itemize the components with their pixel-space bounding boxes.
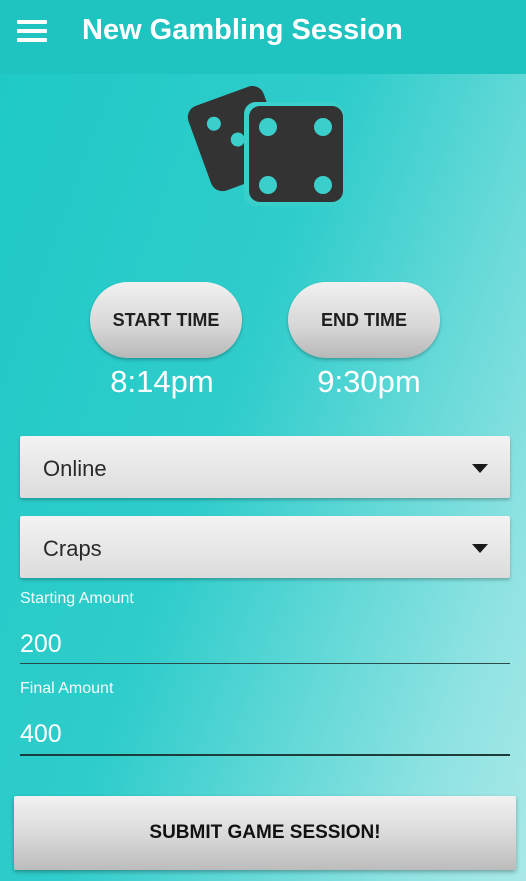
starting-amount-input[interactable] xyxy=(20,624,510,664)
end-time-button[interactable]: END TIME xyxy=(288,282,440,358)
location-select[interactable]: Online xyxy=(20,436,510,498)
hamburger-menu-icon[interactable] xyxy=(17,20,47,44)
final-amount-underline xyxy=(20,754,510,756)
final-amount-input[interactable] xyxy=(20,714,510,754)
starting-amount-underline xyxy=(20,663,510,664)
game-select[interactable]: Craps xyxy=(20,516,510,578)
final-amount-label: Final Amount xyxy=(20,680,114,697)
start-time-button[interactable]: START TIME xyxy=(90,282,242,358)
end-time-value: 9:30pm xyxy=(317,364,421,399)
dropdown-arrow-icon xyxy=(472,544,488,553)
start-time-value: 8:14pm xyxy=(110,364,214,399)
starting-amount-label: Starting Amount xyxy=(20,590,134,607)
dice-icon xyxy=(187,85,344,206)
location-select-value: Online xyxy=(43,456,107,481)
submit-game-session-button[interactable]: SUBMIT GAME SESSION! xyxy=(14,796,516,870)
dropdown-arrow-icon xyxy=(472,464,488,473)
game-select-value: Craps xyxy=(43,536,102,561)
page-title: New Gambling Session xyxy=(82,14,403,46)
app-bar: New Gambling Session xyxy=(0,0,526,74)
